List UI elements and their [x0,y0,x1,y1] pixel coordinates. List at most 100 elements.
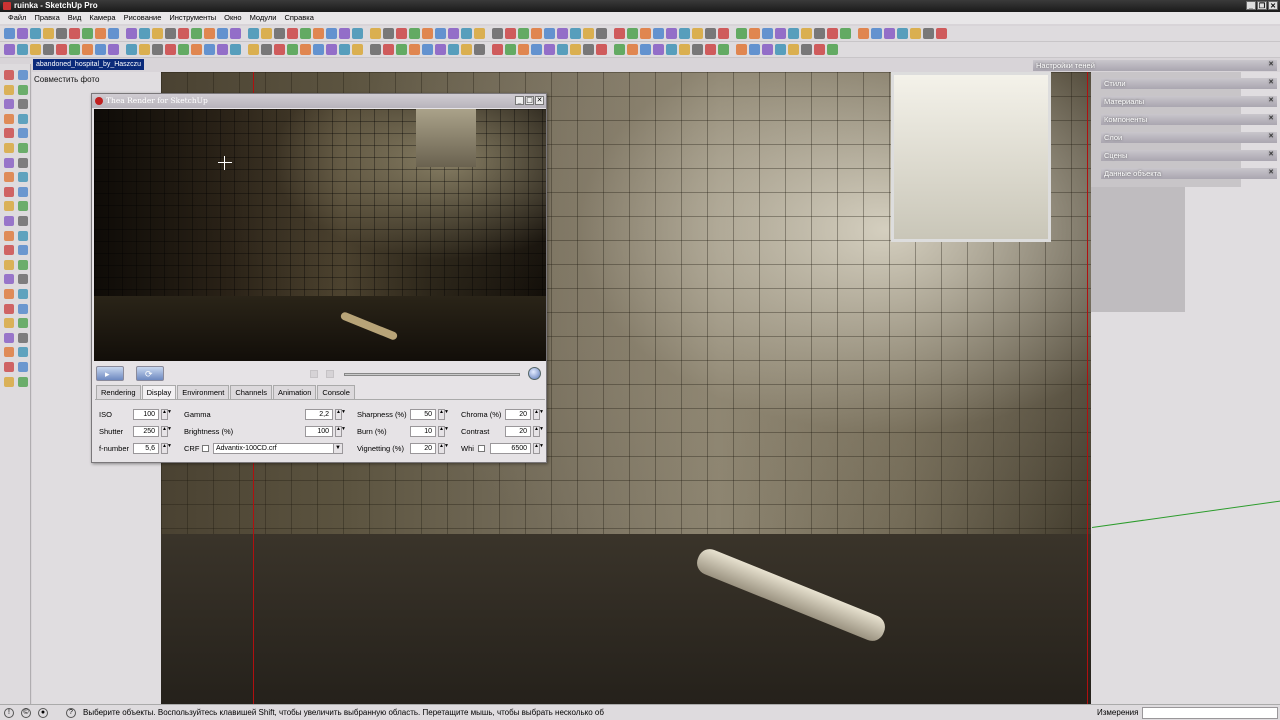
toolbar-tool-icon[interactable] [583,44,594,55]
toolbar-tool-icon[interactable] [17,28,28,39]
iso-spinner[interactable]: ▲▼ [161,409,172,420]
toolbar-tool-icon[interactable] [339,44,350,55]
toolbar-tool-icon[interactable] [474,44,485,55]
palette-tool-icon[interactable] [18,84,28,95]
palette-tool-icon[interactable] [4,376,14,387]
render-start-button[interactable]: ⟳ [136,366,164,381]
render-preview[interactable] [94,109,546,361]
menu-view[interactable]: Вид [64,12,86,24]
toolbar-tool-icon[interactable] [840,28,851,39]
toolbar-tool-icon[interactable] [775,44,786,55]
palette-tool-icon[interactable] [18,113,28,124]
whi-spinner[interactable]: ▲▼ [533,443,544,454]
toolbar-tool-icon[interactable] [165,28,176,39]
palette-tool-icon[interactable] [18,362,28,372]
render-progress-knob[interactable] [528,367,541,380]
toolbar-tool-icon[interactable] [274,28,285,39]
toolbar-tool-icon[interactable] [897,28,908,39]
toolbar-tool-icon[interactable] [718,44,729,55]
toolbar-tool-icon[interactable] [191,44,202,55]
toolbar-tool-icon[interactable] [692,44,703,55]
fnumber-input[interactable]: 5,6 [133,443,159,454]
restore-button[interactable]: ❐ [1257,1,1267,10]
toolbar-tool-icon[interactable] [679,44,690,55]
tray-panel-entity-info[interactable]: Данные объекта ✕ [1101,168,1277,179]
palette-tool-icon[interactable] [4,303,14,314]
palette-tool-icon[interactable] [4,347,14,358]
palette-tool-icon[interactable] [4,201,14,212]
chevron-down-icon[interactable]: ▼ [333,444,342,453]
tab-animation[interactable]: Animation [273,385,317,399]
palette-tool-icon[interactable] [18,128,28,139]
toolbar-tool-icon[interactable] [505,44,516,55]
toolbar-tool-icon[interactable] [126,28,137,39]
palette-tool-icon[interactable] [4,186,14,197]
toolbar-tool-icon[interactable] [936,28,947,39]
toolbar-tool-icon[interactable] [788,28,799,39]
toolbar-tool-icon[interactable] [814,44,825,55]
toolbar-tool-icon[interactable] [69,28,80,39]
toolbar-tool-icon[interactable] [679,28,690,39]
toolbar-tool-icon[interactable] [505,28,516,39]
toolbar-tool-icon[interactable] [261,28,272,39]
toolbar-tool-icon[interactable] [640,28,651,39]
palette-tool-icon[interactable] [18,245,28,256]
contrast-spinner[interactable]: ▲▼ [533,426,544,437]
toolbar-tool-icon[interactable] [248,28,259,39]
toolbar-tool-icon[interactable] [827,44,838,55]
toolbar-tool-icon[interactable] [191,28,202,39]
contrast-input[interactable]: 20 [505,426,531,437]
toolbar-tool-icon[interactable] [749,44,760,55]
brightness-spinner[interactable]: ▲▼ [335,426,346,437]
thea-maximize-button[interactable]: □ [525,96,534,105]
tab-rendering[interactable]: Rendering [96,385,141,399]
toolbar-tool-icon[interactable] [422,28,433,39]
toolbar-tool-icon[interactable] [544,28,555,39]
toolbar-tool-icon[interactable] [718,28,729,39]
toolbar-tool-icon[interactable] [152,28,163,39]
toolbar-tool-icon[interactable] [435,44,446,55]
palette-tool-icon[interactable] [18,274,28,285]
toolbar-tool-icon[interactable] [261,44,272,55]
toolbar-tool-icon[interactable] [82,28,93,39]
toolbar-tool-icon[interactable] [17,44,28,55]
palette-tool-icon[interactable] [4,216,14,226]
toolbar-tool-icon[interactable] [448,44,459,55]
toolbar-tool-icon[interactable] [910,28,921,39]
chroma-input[interactable]: 20 [505,409,531,420]
toolbar-tool-icon[interactable] [274,44,285,55]
toolbar-tool-icon[interactable] [69,44,80,55]
toolbar-tool-icon[interactable] [653,28,664,39]
toolbar-tool-icon[interactable] [230,44,241,55]
toolbar-tool-icon[interactable] [313,28,324,39]
toolbar-tool-icon[interactable] [557,28,568,39]
toolbar-tool-icon[interactable] [653,44,664,55]
menu-file[interactable]: Файл [4,12,30,24]
palette-tool-icon[interactable] [4,84,14,95]
shutter-spinner[interactable]: ▲▼ [161,426,172,437]
menu-edit[interactable]: Правка [30,12,63,24]
toolbar-tool-icon[interactable] [596,44,607,55]
palette-tool-icon[interactable] [18,186,28,197]
tray-panel-layers[interactable]: Слои ✕ [1101,132,1277,143]
toolbar-tool-icon[interactable] [396,44,407,55]
toolbar-tool-icon[interactable] [178,28,189,39]
toolbar-tool-icon[interactable] [165,44,176,55]
tab-console[interactable]: Console [317,385,355,399]
close-icon[interactable]: ✕ [1267,151,1275,159]
toolbar-tool-icon[interactable] [666,28,677,39]
toolbar-tool-icon[interactable] [383,28,394,39]
palette-tool-icon[interactable] [4,230,14,241]
close-icon[interactable]: ✕ [1267,169,1275,177]
user-icon[interactable]: ● [38,708,48,718]
tab-display[interactable]: Display [141,385,177,399]
close-icon[interactable]: ✕ [1267,61,1275,69]
toolbar-tool-icon[interactable] [108,44,119,55]
palette-tool-icon[interactable] [4,289,14,299]
toolbar-tool-icon[interactable] [492,28,503,39]
palette-tool-icon[interactable] [4,318,14,329]
toolbar-tool-icon[interactable] [178,44,189,55]
toolbar-tool-icon[interactable] [814,28,825,39]
burn-input[interactable]: 10 [410,426,436,437]
whi-input[interactable]: 6500 [490,443,531,454]
